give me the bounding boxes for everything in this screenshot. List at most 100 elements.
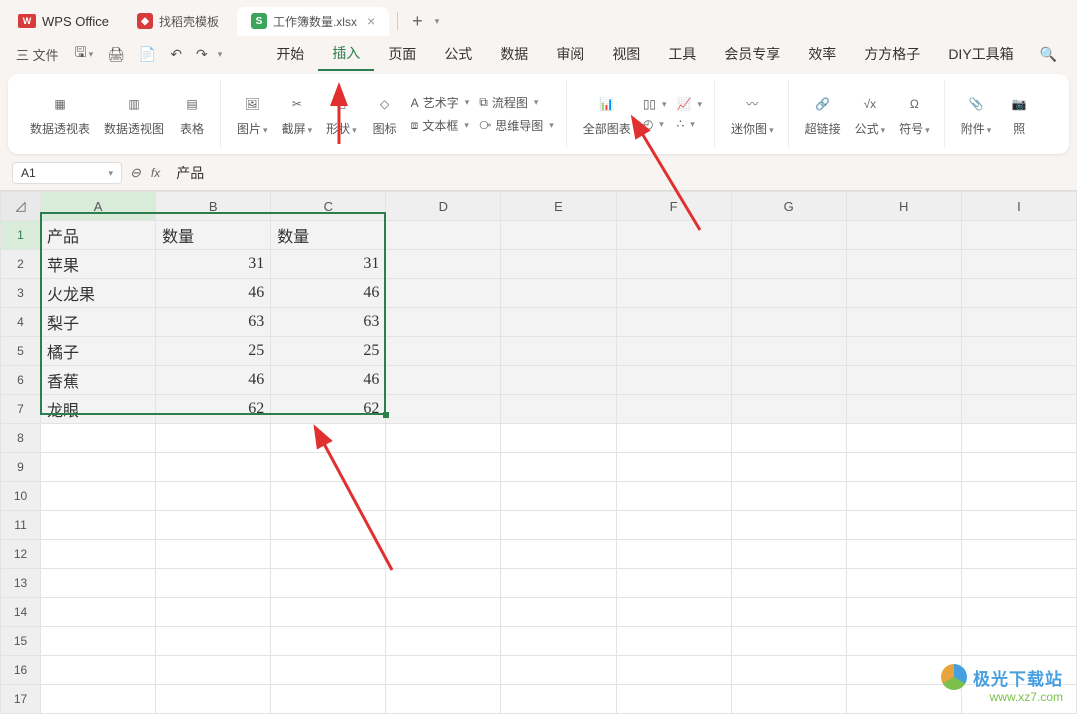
cell[interactable] — [731, 656, 846, 685]
cell[interactable] — [616, 482, 731, 511]
cell[interactable] — [41, 569, 156, 598]
menu-tab-ffgz[interactable]: 方方格子 — [850, 38, 934, 70]
cell[interactable] — [616, 221, 731, 250]
chevron-down-icon[interactable]: ▾ — [108, 168, 113, 179]
cell[interactable] — [731, 337, 846, 366]
cell[interactable] — [386, 540, 501, 569]
cell[interactable]: 香蕉 — [41, 366, 156, 395]
cell[interactable] — [616, 511, 731, 540]
cell[interactable] — [156, 482, 271, 511]
cell[interactable]: 产品 — [41, 221, 156, 250]
cell[interactable] — [846, 221, 961, 250]
formula-value[interactable]: 产品 — [170, 163, 204, 183]
cell[interactable] — [386, 598, 501, 627]
cell[interactable] — [156, 511, 271, 540]
cell[interactable] — [41, 511, 156, 540]
cell[interactable] — [41, 540, 156, 569]
preview-icon[interactable]: 📄 — [133, 42, 162, 67]
row-header[interactable]: 9 — [1, 453, 41, 482]
cell[interactable]: 63 — [156, 308, 271, 337]
row-header[interactable]: 4 — [1, 308, 41, 337]
chart-type-pie[interactable]: ◴▾ — [639, 115, 671, 133]
cell[interactable] — [731, 453, 846, 482]
cell[interactable] — [41, 453, 156, 482]
cell[interactable] — [386, 627, 501, 656]
row-header[interactable]: 17 — [1, 685, 41, 714]
sparkline-button[interactable]: 〰迷你图▾ — [725, 88, 780, 141]
cell[interactable] — [41, 598, 156, 627]
cell[interactable]: 梨子 — [41, 308, 156, 337]
cell[interactable]: 62 — [271, 395, 386, 424]
cell[interactable] — [386, 453, 501, 482]
row-header[interactable]: 13 — [1, 569, 41, 598]
menu-tab-efficiency[interactable]: 效率 — [794, 38, 850, 70]
cell[interactable]: 数量 — [271, 221, 386, 250]
cell[interactable] — [41, 656, 156, 685]
all-charts-button[interactable]: 📊全部图表 — [577, 88, 637, 141]
cell[interactable] — [271, 685, 386, 714]
row-header[interactable]: 5 — [1, 337, 41, 366]
attachment-button[interactable]: 📎附件▾ — [955, 88, 998, 141]
cell[interactable] — [846, 308, 961, 337]
col-header-d[interactable]: D — [386, 192, 501, 221]
cell[interactable] — [961, 453, 1076, 482]
cell[interactable] — [386, 482, 501, 511]
cell[interactable] — [616, 250, 731, 279]
cell[interactable] — [846, 540, 961, 569]
icon-button[interactable]: ◇图标 — [365, 88, 405, 141]
menu-tab-diy[interactable]: DIY工具箱 — [934, 38, 1027, 70]
cell[interactable] — [731, 627, 846, 656]
cell-reference-box[interactable]: A1 ▾ — [12, 162, 122, 184]
row-header[interactable]: 16 — [1, 656, 41, 685]
cell[interactable] — [731, 279, 846, 308]
cell[interactable] — [846, 279, 961, 308]
grid[interactable]: ◿ A B C D E F G H I 1产品数量数量2苹果31313火龙果46… — [0, 191, 1077, 714]
cell[interactable] — [271, 424, 386, 453]
col-header-a[interactable]: A — [41, 192, 156, 221]
cell[interactable] — [271, 627, 386, 656]
menu-tab-vip[interactable]: 会员专享 — [710, 38, 794, 70]
cell[interactable] — [616, 337, 731, 366]
cell[interactable] — [616, 424, 731, 453]
cell[interactable] — [501, 540, 616, 569]
table-button[interactable]: ▤表格 — [172, 88, 212, 141]
col-header-i[interactable]: I — [961, 192, 1076, 221]
cell[interactable] — [501, 279, 616, 308]
cell[interactable] — [731, 366, 846, 395]
cell[interactable] — [501, 627, 616, 656]
redo-icon[interactable]: ↷ — [190, 42, 214, 67]
cell[interactable] — [156, 453, 271, 482]
cell[interactable] — [616, 453, 731, 482]
cell[interactable]: 橘子 — [41, 337, 156, 366]
pivot-chart-button[interactable]: ▥数据透视图 — [98, 88, 170, 141]
cell[interactable] — [961, 221, 1076, 250]
cell[interactable] — [501, 424, 616, 453]
cell[interactable] — [156, 424, 271, 453]
cancel-icon[interactable]: ⊖ — [130, 165, 141, 181]
camera-button[interactable]: 📷照 — [999, 88, 1039, 141]
cell[interactable] — [961, 569, 1076, 598]
cell[interactable] — [271, 656, 386, 685]
cell[interactable] — [961, 598, 1076, 627]
cell[interactable] — [386, 308, 501, 337]
cell[interactable] — [961, 337, 1076, 366]
row-header[interactable]: 11 — [1, 511, 41, 540]
cell[interactable] — [271, 511, 386, 540]
col-header-f[interactable]: F — [616, 192, 731, 221]
cell[interactable] — [501, 685, 616, 714]
cell[interactable] — [386, 569, 501, 598]
cell[interactable] — [386, 656, 501, 685]
cell[interactable]: 46 — [156, 366, 271, 395]
col-header-h[interactable]: H — [846, 192, 961, 221]
cell[interactable]: 31 — [156, 250, 271, 279]
cell[interactable] — [846, 250, 961, 279]
cell[interactable] — [616, 540, 731, 569]
col-header-e[interactable]: E — [501, 192, 616, 221]
cell[interactable] — [616, 656, 731, 685]
cell[interactable] — [386, 395, 501, 424]
cell[interactable] — [386, 366, 501, 395]
screenshot-button[interactable]: ✂截屏▾ — [276, 88, 319, 141]
cell[interactable] — [386, 337, 501, 366]
cell[interactable] — [616, 598, 731, 627]
cell[interactable] — [961, 308, 1076, 337]
